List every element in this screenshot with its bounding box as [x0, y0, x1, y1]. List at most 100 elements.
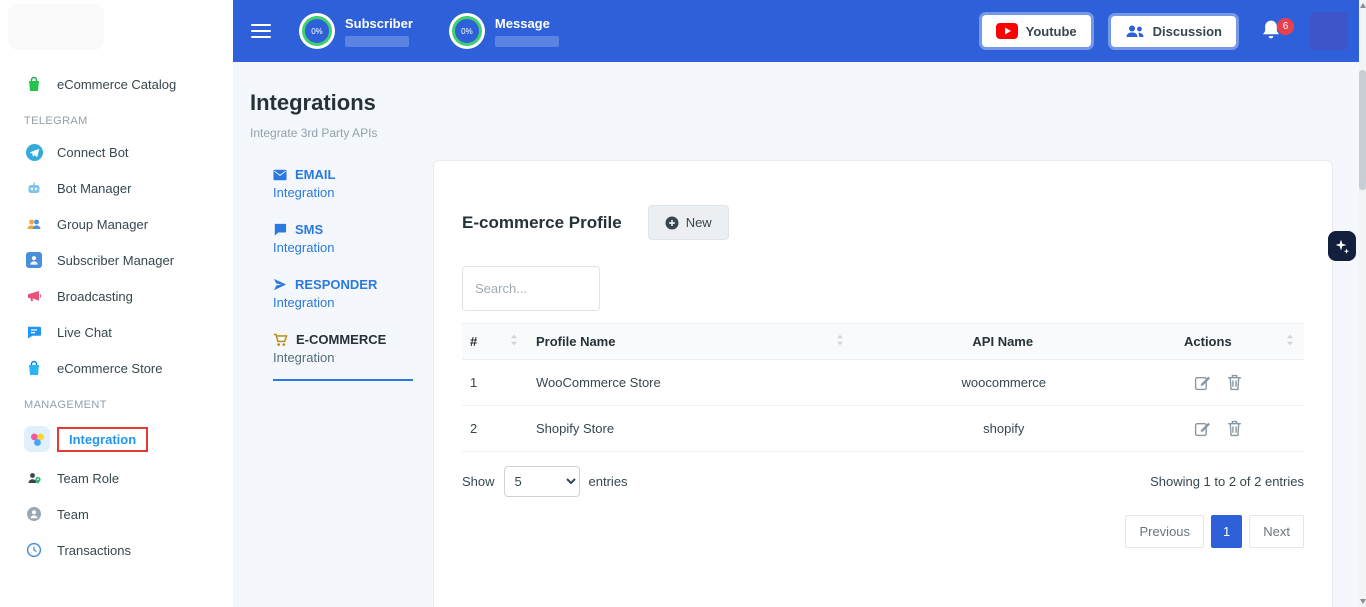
panel-title: E-commerce Profile — [462, 213, 622, 233]
sidebar-item-team-role[interactable]: Team Role — [0, 460, 233, 496]
pagination: Previous 1 Next — [462, 515, 1304, 548]
sidebar-item-broadcasting[interactable]: Broadcasting — [0, 278, 233, 314]
discussion-button[interactable]: Discussion — [1111, 16, 1236, 47]
scroll-up-arrow[interactable] — [1360, 3, 1366, 8]
nav-item-name: EMAIL — [295, 167, 335, 182]
nav-email-integration[interactable]: EMAIL Integration — [273, 167, 423, 200]
sidebar-item-live-chat[interactable]: Live Chat — [0, 314, 233, 350]
sidebar-item-label: Transactions — [57, 543, 131, 558]
edit-button[interactable] — [1192, 418, 1213, 439]
notifications-button[interactable]: 6 — [1260, 18, 1284, 44]
user-avatar[interactable] — [1310, 12, 1348, 50]
sidebar-item-ecommerce-catalog[interactable]: eCommerce Catalog — [0, 66, 233, 102]
robot-icon — [24, 178, 44, 198]
sort-icon — [510, 334, 518, 349]
message-stat-bar — [495, 36, 559, 47]
sidebar-item-label: Team Role — [57, 471, 119, 486]
showing-entries-text: Showing 1 to 2 of 2 entries — [1150, 474, 1304, 489]
delete-button[interactable] — [1225, 418, 1244, 439]
scroll-down-arrow[interactable] — [1360, 599, 1366, 604]
message-stat-label: Message — [495, 16, 559, 31]
page-subtitle: Integrate 3rd Party APIs — [250, 126, 377, 140]
header-api-name[interactable]: API Name — [854, 334, 1154, 349]
edit-button[interactable] — [1192, 372, 1213, 393]
sidebar-item-group-manager[interactable]: Group Manager — [0, 206, 233, 242]
sidebar-item-label: Group Manager — [57, 217, 148, 232]
discussion-button-label: Discussion — [1153, 24, 1222, 39]
subscriber-icon — [24, 250, 44, 270]
show-label: Show — [462, 474, 495, 489]
page-title: Integrations — [250, 90, 376, 116]
row-api-name: woocommerce — [854, 375, 1154, 390]
window-scrollbar[interactable] — [1359, 0, 1366, 607]
entries-label: entries — [589, 474, 628, 489]
discussion-users-icon — [1125, 24, 1145, 39]
youtube-icon — [996, 23, 1018, 39]
sort-icon — [836, 334, 844, 349]
table-row: 1 WooCommerce Store woocommerce — [462, 360, 1304, 406]
sidebar-item-label: Bot Manager — [57, 181, 131, 196]
new-button-label: New — [686, 215, 712, 230]
hamburger-menu-icon[interactable] — [251, 24, 271, 38]
row-num: 2 — [462, 421, 528, 436]
assistant-fab-button[interactable] — [1328, 231, 1356, 261]
notification-count-badge: 6 — [1277, 18, 1294, 35]
message-stat: 0% Message — [449, 13, 559, 49]
search-input[interactable] — [462, 266, 600, 311]
header-profile-name[interactable]: Profile Name — [528, 334, 854, 349]
row-profile-name: Shopify Store — [528, 421, 854, 436]
nav-sms-integration[interactable]: SMS Integration — [273, 222, 423, 255]
sidebar-item-team[interactable]: Team — [0, 496, 233, 532]
subscriber-stat-bar — [345, 36, 409, 47]
sidebar-item-ecommerce-store[interactable]: eCommerce Store — [0, 350, 233, 386]
sidebar-item-integration[interactable]: Integration — [0, 418, 233, 460]
sidebar-item-label: eCommerce Catalog — [57, 77, 176, 92]
app-logo — [8, 4, 104, 50]
nav-item-sub: Integration — [273, 350, 413, 365]
sidebar-item-bot-manager[interactable]: Bot Manager — [0, 170, 233, 206]
header-num[interactable]: # — [462, 334, 528, 349]
scrollbar-thumb[interactable] — [1359, 70, 1366, 190]
sidebar-item-connect-bot[interactable]: Connect Bot — [0, 134, 233, 170]
sidebar-item-label: Live Chat — [57, 325, 112, 340]
next-page-button[interactable]: Next — [1249, 515, 1304, 548]
sidebar-section-telegram: TELEGRAM — [0, 102, 233, 134]
page-1-button[interactable]: 1 — [1211, 515, 1242, 548]
main-content: Integrations Integrate 3rd Party APIs EM… — [233, 62, 1366, 607]
header-actions[interactable]: Actions — [1154, 334, 1304, 349]
sidebar-item-label: eCommerce Store — [57, 361, 162, 376]
nav-item-name: E-COMMERCE — [296, 332, 386, 347]
clock-icon — [24, 540, 44, 560]
sidebar-item-label: Broadcasting — [57, 289, 133, 304]
megaphone-icon — [24, 286, 44, 306]
delete-button[interactable] — [1225, 372, 1244, 393]
message-progress-ring: 0% — [449, 13, 485, 49]
youtube-button[interactable]: Youtube — [982, 15, 1091, 47]
chat-bubble-icon — [24, 322, 44, 342]
row-api-name: shopify — [854, 421, 1154, 436]
sparkle-icon — [1334, 238, 1350, 254]
row-num: 1 — [462, 375, 528, 390]
subscriber-progress-ring: 0% — [299, 13, 335, 49]
entries-per-page-select[interactable]: 5 — [504, 466, 580, 497]
sidebar-item-subscriber-manager[interactable]: Subscriber Manager — [0, 242, 233, 278]
sidebar-item-label: Connect Bot — [57, 145, 129, 160]
sms-icon — [273, 223, 287, 236]
nav-item-sub: Integration — [273, 295, 423, 310]
telegram-icon — [24, 142, 44, 162]
previous-page-button[interactable]: Previous — [1125, 515, 1204, 548]
nav-item-name: SMS — [295, 222, 323, 237]
profiles-table: # Profile Name API Name Actions 1 — [462, 323, 1304, 452]
new-profile-button[interactable]: New — [648, 205, 729, 240]
nav-ecommerce-integration[interactable]: E-COMMERCE Integration — [273, 332, 413, 381]
sidebar-item-label: Team — [57, 507, 89, 522]
group-icon — [24, 214, 44, 234]
send-icon — [273, 278, 287, 291]
sort-icon — [1286, 334, 1294, 349]
sidebar-item-transactions[interactable]: Transactions — [0, 532, 233, 568]
subscriber-percent: 0% — [302, 16, 332, 46]
nav-responder-integration[interactable]: RESPONDER Integration — [273, 277, 423, 310]
sidebar-item-label: Integration — [57, 427, 148, 452]
topbar: 0% Subscriber 0% Message Youtube Discuss… — [233, 0, 1366, 62]
ecommerce-profile-card: E-commerce Profile New # Profile Name — [433, 160, 1333, 607]
